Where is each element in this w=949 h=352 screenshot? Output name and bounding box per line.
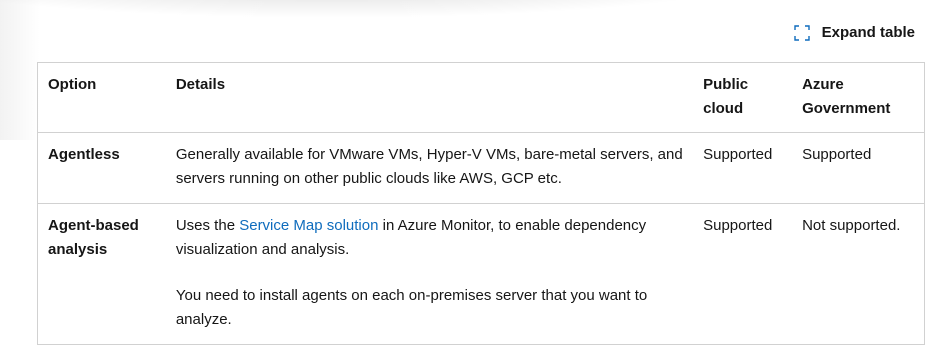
header-details: Details bbox=[165, 62, 694, 133]
expand-icon bbox=[793, 24, 810, 41]
header-option: Option bbox=[37, 62, 166, 133]
expand-table-label: Expand table bbox=[821, 24, 915, 41]
header-azure-government: Azure Government bbox=[792, 62, 925, 133]
table-row: Agent-based analysis Uses the Service Ma… bbox=[37, 204, 925, 345]
public-cloud-cell: Supported bbox=[703, 146, 773, 163]
left-shadow bbox=[0, 0, 40, 140]
expand-table-button[interactable]: Expand table bbox=[793, 24, 915, 41]
public-cloud-cell: Supported bbox=[703, 217, 773, 234]
details-cell: Uses the Service Map solution in Azure M… bbox=[166, 204, 693, 345]
service-map-link[interactable]: Service Map solution bbox=[239, 217, 378, 234]
option-cell: Agentless bbox=[48, 146, 120, 163]
table-row: Agentless Generally available for VMware… bbox=[37, 133, 925, 204]
azure-government-cell: Supported bbox=[802, 146, 872, 163]
details-note: You need to install agents on each on-pr… bbox=[175, 287, 648, 328]
comparison-table: Option Details Public cloud Azure Govern… bbox=[37, 62, 925, 345]
details-cell: Generally available for VMware VMs, Hype… bbox=[175, 146, 683, 187]
details-text: Uses the bbox=[175, 217, 240, 234]
azure-government-cell: Not supported. bbox=[802, 217, 901, 234]
option-cell: Agent-based analysis bbox=[48, 217, 139, 258]
header-public-cloud: Public cloud bbox=[693, 62, 793, 133]
table-header-row: Option Details Public cloud Azure Govern… bbox=[37, 62, 925, 133]
